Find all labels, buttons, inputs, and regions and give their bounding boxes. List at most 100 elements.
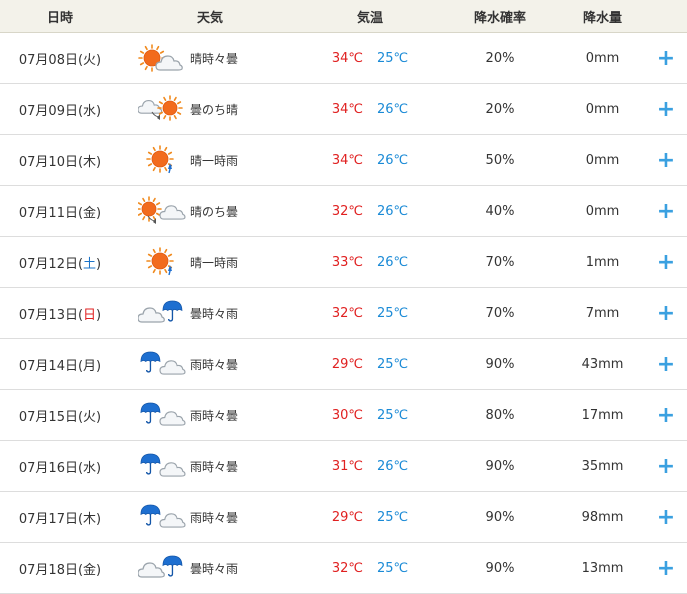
weather-label: 晴のち曇 xyxy=(190,204,239,219)
weather-label: 雨時々曇 xyxy=(190,357,239,372)
row-weather: 曇時々雨 xyxy=(120,542,300,594)
date-close: ) xyxy=(96,307,102,323)
temp-low: 26℃ xyxy=(377,203,409,219)
weekday: 日 xyxy=(83,307,97,323)
expand-plus-icon[interactable]: + xyxy=(657,505,675,530)
expand-plus-icon[interactable]: + xyxy=(657,46,675,71)
expand-plus-icon[interactable]: + xyxy=(657,403,675,428)
row-amount: 13mm xyxy=(560,542,645,594)
date-text: 07月12日( xyxy=(18,256,84,272)
date-close: ) xyxy=(96,562,102,578)
umbrella-cloud-icon xyxy=(140,504,186,528)
header-plus-col xyxy=(645,0,687,33)
temp-low: 25℃ xyxy=(377,305,409,321)
date-close: ) xyxy=(96,409,102,425)
row-pop: 90% xyxy=(440,440,560,492)
date-text: 07月10日( xyxy=(18,154,84,170)
sun-then-cloud-icon xyxy=(138,196,186,224)
row-temp: 32℃ 26℃ xyxy=(300,185,440,237)
date-text: 07月14日( xyxy=(18,358,84,374)
cloud-umbrella-icon xyxy=(138,300,183,323)
weather-label: 曇時々雨 xyxy=(190,306,239,321)
temp-low: 26℃ xyxy=(377,152,409,168)
row-date: 07月09日(水) xyxy=(0,83,120,135)
date-text: 07月17日( xyxy=(18,511,84,527)
expand-plus-icon[interactable]: + xyxy=(657,301,675,326)
expand-plus-icon[interactable]: + xyxy=(657,454,675,479)
umbrella-cloud-icon xyxy=(140,453,186,477)
header-pop: 降水確率 xyxy=(440,0,560,33)
weather-label: 晴一時雨 xyxy=(190,153,239,168)
row-temp: 30℃ 25℃ xyxy=(300,389,440,441)
temp-high: 30℃ xyxy=(331,407,363,423)
row-amount: 7mm xyxy=(560,287,645,339)
expand-plus-icon[interactable]: + xyxy=(657,199,675,224)
weather-label: 雨時々曇 xyxy=(190,459,239,474)
temp-low: 25℃ xyxy=(377,560,409,576)
weekday: 月 xyxy=(83,358,97,374)
date-close: ) xyxy=(96,154,102,170)
expand-plus-icon[interactable]: + xyxy=(657,352,675,377)
sun-cloud-icon xyxy=(138,44,183,72)
temp-high: 33℃ xyxy=(331,254,363,270)
cloud-umbrella-icon xyxy=(138,555,183,578)
row-weather: 雨時々曇 xyxy=(120,389,300,441)
header-amount: 降水量 xyxy=(560,0,645,33)
row-plus-cell: + xyxy=(645,287,687,339)
date-text: 07月13日( xyxy=(18,307,84,323)
row-temp: 34℃ 26℃ xyxy=(300,83,440,135)
weekday: 水 xyxy=(83,103,97,119)
row-pop: 80% xyxy=(440,389,560,441)
temp-low: 26℃ xyxy=(377,101,409,117)
sun-rain-icon xyxy=(146,247,174,276)
date-close: ) xyxy=(96,256,102,272)
header-temp: 気温 xyxy=(300,0,440,33)
row-temp: 32℃ 25℃ xyxy=(300,287,440,339)
date-text: 07月18日( xyxy=(18,562,84,578)
row-weather: 晴一時雨 xyxy=(120,134,300,186)
row-pop: 90% xyxy=(440,491,560,543)
sun-rain-icon xyxy=(146,145,174,174)
row-plus-cell: + xyxy=(645,32,687,84)
date-close: ) xyxy=(96,460,102,476)
weekday: 土 xyxy=(83,256,97,272)
row-temp: 34℃ 25℃ xyxy=(300,32,440,84)
date-text: 07月09日( xyxy=(18,103,84,119)
row-plus-cell: + xyxy=(645,83,687,135)
row-weather: 雨時々曇 xyxy=(120,338,300,390)
row-date: 07月15日(火) xyxy=(0,389,120,441)
row-pop: 40% xyxy=(440,185,560,237)
row-weather: 曇のち晴 xyxy=(120,83,300,135)
temp-high: 34℃ xyxy=(331,50,363,66)
table-row: 07月08日(火) 晴時々曇 34℃ 25℃ 20% 0mm + xyxy=(0,32,687,84)
expand-plus-icon[interactable]: + xyxy=(657,250,675,275)
row-weather: 曇時々雨 xyxy=(120,287,300,339)
expand-plus-icon[interactable]: + xyxy=(657,97,675,122)
weather-forecast-table: 日時 天気 気温 降水確率 降水量 07月08日(火) 晴時々曇 34℃ 25℃ … xyxy=(0,0,687,594)
expand-plus-icon[interactable]: + xyxy=(657,148,675,173)
temp-low: 25℃ xyxy=(377,356,409,372)
weekday: 木 xyxy=(83,154,97,170)
row-weather: 雨時々曇 xyxy=(120,440,300,492)
date-text: 07月16日( xyxy=(18,460,84,476)
temp-low: 26℃ xyxy=(377,458,409,474)
header-weather: 天気 xyxy=(120,0,300,33)
temp-low: 25℃ xyxy=(377,509,409,525)
weather-label: 雨時々曇 xyxy=(190,510,239,525)
row-temp: 29℃ 25℃ xyxy=(300,338,440,390)
date-close: ) xyxy=(96,511,102,527)
row-date: 07月10日(木) xyxy=(0,134,120,186)
row-plus-cell: + xyxy=(645,542,687,594)
row-date: 07月08日(火) xyxy=(0,32,120,84)
row-pop: 70% xyxy=(440,236,560,288)
weekday: 金 xyxy=(83,562,97,578)
date-text: 07月11日( xyxy=(18,205,84,221)
expand-plus-icon[interactable]: + xyxy=(657,556,675,581)
weather-label: 曇のち晴 xyxy=(190,102,239,117)
table-row: 07月12日(土) 晴一時雨 33℃ 26℃ 70% 1mm + xyxy=(0,236,687,288)
row-amount: 1mm xyxy=(560,236,645,288)
weekday: 木 xyxy=(83,511,97,527)
row-pop: 20% xyxy=(440,83,560,135)
row-plus-cell: + xyxy=(645,185,687,237)
date-close: ) xyxy=(96,103,102,119)
